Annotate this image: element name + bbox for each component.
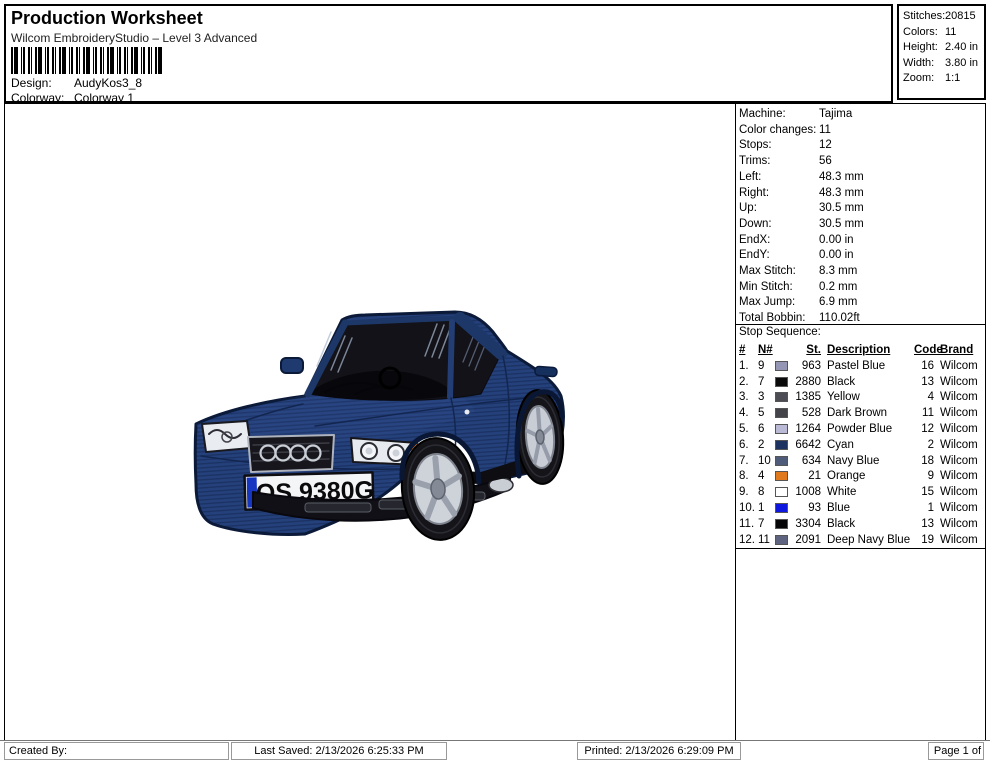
car-embroidery-graphic: OS 9380G: [5, 104, 735, 740]
footer: Created By: Last Saved: 2/13/2026 6:25:3…: [0, 740, 990, 762]
color-swatch: [775, 377, 788, 387]
stop-sequence-row: 11.73304Black13Wilcom: [736, 516, 984, 532]
stop-sequence-row: 2.72880Black13Wilcom: [736, 374, 984, 390]
last-saved-cell: Last Saved: 2/13/2026 6:25:33 PM: [231, 742, 447, 760]
color-swatch: [775, 424, 788, 434]
color-swatch: [775, 456, 788, 466]
design-summary: Stitches:20815 Colors:11 Height:2.40 in …: [897, 4, 986, 100]
design-barcode: [11, 47, 163, 74]
color-swatch: [775, 392, 788, 402]
stop-sequence-row: 5.61264Powder Blue12Wilcom: [736, 421, 984, 437]
machine-row: Up:30.5 mm: [739, 201, 983, 217]
color-swatch: [775, 408, 788, 418]
divider: [736, 548, 985, 549]
design-preview: OS 9380G: [4, 103, 735, 740]
stop-sequence-header: # N# St. Description Code Brand: [736, 342, 984, 358]
summary-row: Width:3.80 in: [903, 56, 984, 72]
machine-row: Machine:Tajima: [739, 107, 983, 123]
stop-sequence-row: 4.5528Dark Brown11Wilcom: [736, 405, 984, 421]
stop-sequence-row: 8.421Orange9Wilcom: [736, 469, 984, 485]
color-swatch: [775, 503, 788, 513]
machine-row: Max Jump:6.9 mm: [739, 295, 983, 311]
stop-sequence-row: 9.81008White15Wilcom: [736, 484, 984, 500]
stop-sequence-row: 7.10634Navy Blue18Wilcom: [736, 453, 984, 469]
printed-cell: Printed: 2/13/2026 6:29:09 PM: [577, 742, 741, 760]
door-lock: [465, 410, 470, 415]
machine-row: EndY:0.00 in: [739, 248, 983, 264]
design-label: Design:: [11, 76, 74, 90]
machine-row: Trims:56: [739, 154, 983, 170]
machine-row: Left:48.3 mm: [739, 170, 983, 186]
color-swatch: [775, 487, 788, 497]
machine-panel: Machine:Tajima Color changes:11 Stops:12…: [735, 103, 986, 740]
machine-row: Min Stitch:0.2 mm: [739, 280, 983, 296]
divider: [736, 324, 985, 325]
page-title: Production Worksheet: [11, 8, 203, 29]
created-by-cell: Created By:: [4, 742, 229, 760]
summary-row: Zoom:1:1: [903, 71, 984, 87]
color-swatch: [775, 471, 788, 481]
summary-row: Colors:11: [903, 25, 984, 41]
stop-sequence-row: 12.112091Deep Navy Blue19Wilcom: [736, 532, 984, 548]
stop-sequence-title: Stop Sequence:: [739, 326, 821, 338]
color-swatch: [775, 519, 788, 529]
stop-sequence-row: 1.9963Pastel Blue16Wilcom: [736, 358, 984, 374]
summary-row: Stitches:20815: [903, 9, 984, 25]
header: Production Worksheet Wilcom EmbroiderySt…: [4, 4, 893, 103]
stop-sequence-row: 6.26642Cyan2Wilcom: [736, 437, 984, 453]
machine-row: EndX:0.00 in: [739, 233, 983, 249]
color-swatch: [775, 535, 788, 545]
design-row: Design: AudyKos3_8: [11, 76, 142, 90]
color-swatch: [775, 440, 788, 450]
production-worksheet-page: Production Worksheet Wilcom EmbroiderySt…: [0, 0, 990, 762]
machine-row: Down:30.5 mm: [739, 217, 983, 233]
stop-sequence-row: 10.193Blue1Wilcom: [736, 500, 984, 516]
machine-row: Right:48.3 mm: [739, 186, 983, 202]
page-number-cell: Page 1 of 1: [928, 742, 984, 760]
side-mirror: [281, 358, 303, 373]
machine-row: Stops:12: [739, 138, 983, 154]
software-name: Wilcom EmbroideryStudio – Level 3 Advanc…: [11, 31, 257, 45]
design-value: AudyKos3_8: [74, 76, 142, 90]
color-swatch: [775, 361, 788, 371]
summary-row: Height:2.40 in: [903, 40, 984, 56]
stop-sequence-row: 3.31385Yellow4Wilcom: [736, 390, 984, 406]
machine-row: Max Stitch:8.3 mm: [739, 264, 983, 280]
machine-row: Color changes:11: [739, 123, 983, 139]
door-handle: [535, 366, 558, 377]
